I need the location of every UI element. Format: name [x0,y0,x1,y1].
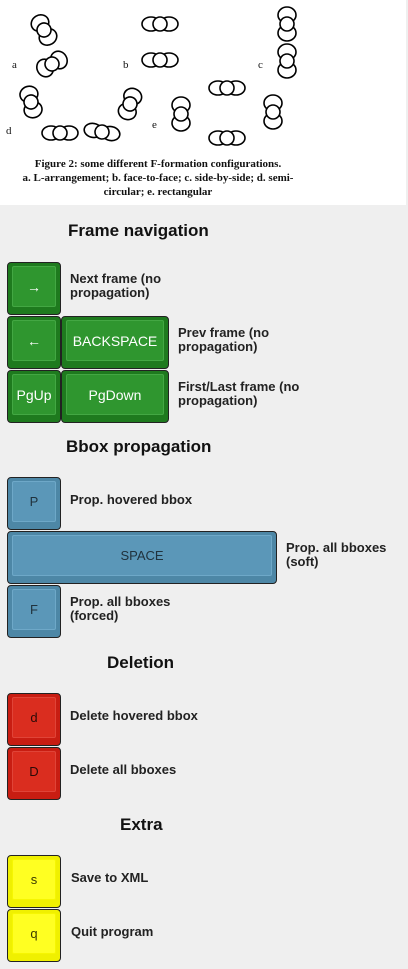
delete-all-description: Delete all bboxes [70,762,177,777]
backspace-key[interactable]: BACKSPACE [61,316,169,369]
person-glyph [83,122,121,142]
s-key-label: s [12,859,56,900]
caption-line-2: a. L-arrangement; b. face-to-face; c. si… [22,172,294,184]
figure-image: a b c d e Figure 2: some different F-for… [0,0,406,205]
space-key-label: SPACE [12,535,272,576]
prop-forced-description: Prop. all bboxes (forced) [70,594,171,623]
next-frame-description: Next frame (no propagation) [70,271,162,300]
save-description: Save to XML [71,870,149,885]
space-key[interactable]: SPACE [7,531,277,584]
prop-soft-description: Prop. all bboxes (soft) [286,540,387,569]
prop-hovered-description: Prop. hovered bbox [70,492,193,507]
shift-d-key-label: D [12,751,56,792]
person-glyph [277,6,297,42]
person-glyph [41,125,79,141]
delete-all-key[interactable]: D [7,747,61,800]
person-glyph [141,52,179,68]
person-glyph [208,130,246,146]
panel-label-a: a [12,59,17,71]
d-key-label: d [12,697,56,738]
pgup-key[interactable]: PgUp [7,370,61,423]
quit-key[interactable]: q [7,909,61,962]
section-title-bbox-propagation: Bbox propagation [66,437,212,456]
panel-label-b: b [123,59,129,71]
panel-label-e: e [152,119,157,131]
p-key-label: P [12,481,56,522]
right-arrow-icon: → [12,266,56,307]
person-glyph [141,16,179,32]
person-glyph [171,96,191,132]
caption-line-3: circular; e. rectangular [103,186,213,198]
caption-line-1: Figure 2: some different F-formation con… [34,158,282,170]
person-glyph [19,85,43,119]
quit-description: Quit program [71,924,154,939]
person-glyph [117,87,143,121]
section-title-extra: Extra [120,815,163,834]
person-glyph [36,50,68,78]
prop-hovered-key[interactable]: P [7,477,61,530]
pgup-key-label: PgUp [12,374,56,415]
first-last-frame-description: First/Last frame (no propagation) [178,379,300,408]
f-key-label: F [12,589,56,630]
prev-frame-arrow-key[interactable]: ← [7,316,61,369]
person-glyph [30,14,58,46]
panel-label-d: d [6,125,12,137]
section-title-deletion: Deletion [107,653,175,672]
delete-hovered-key[interactable]: d [7,693,61,746]
backspace-key-label: BACKSPACE [66,320,164,361]
prop-forced-key[interactable]: F [7,585,61,638]
save-key[interactable]: s [7,855,61,908]
q-key-label: q [12,913,56,954]
f-formation-diagram: a b c d e [6,6,297,146]
pgdown-key-label: PgDown [66,374,164,415]
pgdown-key[interactable]: PgDown [61,370,169,423]
figure-caption: Figure 2: some different F-formation con… [0,157,316,199]
person-glyph [263,94,283,130]
person-glyph [208,80,246,96]
delete-hovered-description: Delete hovered bbox [70,708,198,723]
next-frame-key[interactable]: → [7,262,61,315]
panel-label-c: c [258,59,263,71]
section-title-frame-navigation: Frame navigation [68,221,209,240]
prev-frame-description: Prev frame (no propagation) [178,325,270,354]
left-arrow-icon: ← [12,320,56,361]
person-glyph [277,43,297,79]
